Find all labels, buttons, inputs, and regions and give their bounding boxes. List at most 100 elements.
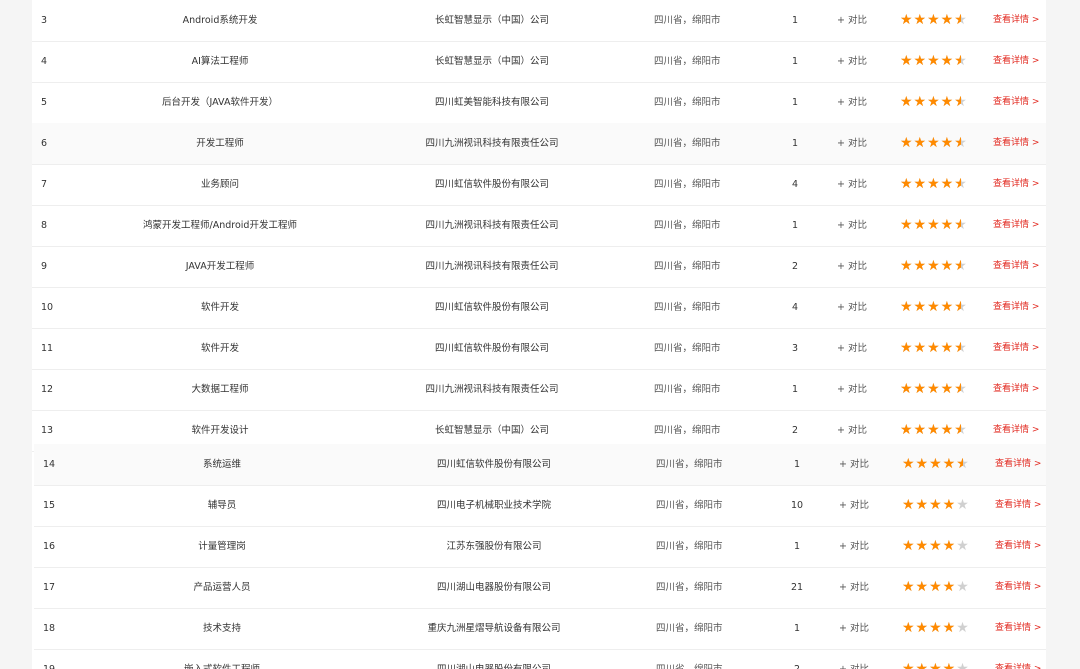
company-name[interactable]: 四川湖山电器股份有限公司 — [384, 649, 604, 669]
company-name[interactable]: 四川虹美智能科技有限公司 — [382, 82, 602, 123]
opening-count: 4 — [791, 302, 799, 313]
company-name[interactable]: 四川九洲视讯科技有限责任公司 — [382, 205, 602, 246]
table-row[interactable]: 5 后台开发（JAVA软件开发） 四川虹美智能科技有限公司 四川省，绵阳市 1 + 对比 ★… — [32, 82, 1046, 124]
compare-button[interactable]: + 对比 — [837, 82, 881, 123]
table-row[interactable]: 15 辅导员 四川电子机械职业技术学院 四川省，绵阳市 10 + 对比 ★★★★★★★★★★… — [34, 485, 1046, 527]
company-name[interactable]: 四川虹信软件股份有限公司 — [382, 328, 602, 369]
compare-button[interactable]: + 对比 — [837, 164, 881, 205]
table-row[interactable]: 17 产品运营人员 四川湖山电器股份有限公司 四川省，绵阳市 21 + 对比 ★★★★★ ★★… — [34, 567, 1046, 609]
table-row[interactable]: 18 技术支持 重庆九洲星熠导航设备有限公司 四川省，绵阳市 1 + 对比 ★★★★★ ★★★… — [34, 608, 1046, 650]
table-row[interactable]: 9 JAVA开发工程师 四川九洲视讯科技有限责任公司 四川省，绵阳市 2 + 对比 ★★★★… — [32, 246, 1046, 288]
job-title[interactable]: 系统运维 — [122, 444, 322, 485]
view-details-link[interactable]: 查看详情 > — [995, 485, 1046, 526]
rating-stars: ★★★★★★★★★★ — [902, 485, 976, 526]
table-row[interactable]: 3 Android系统开发 长虹智慧显示（中国）公司 四川省，绵阳市 1 + 对比 ★★★★… — [32, 0, 1046, 42]
table-row[interactable]: 16 计量管理岗 江苏东强股份有限公司 四川省，绵阳市 1 + 对比 ★★★★★★★★★★ 查… — [34, 526, 1046, 568]
job-location: 四川省，绵阳市 — [656, 649, 726, 669]
table-row[interactable]: 7 业务顾问 四川虹信软件股份有限公司 四川省，绵阳市 4 + 对比 ★★★★★★★★★★ 查… — [32, 164, 1046, 206]
row-index: 15 — [43, 500, 56, 511]
company-name[interactable]: 四川虹信软件股份有限公司 — [384, 444, 604, 485]
view-details-link[interactable]: 查看详情 > — [993, 82, 1045, 123]
job-title[interactable]: Android系统开发 — [120, 0, 320, 41]
job-title[interactable]: 计量管理岗 — [122, 526, 322, 567]
company-name[interactable]: 四川电子机械职业技术学院 — [384, 485, 604, 526]
compare-button[interactable]: + 对比 — [839, 444, 883, 485]
job-title[interactable]: 嵌入式软件工程师 — [122, 649, 322, 669]
rating-stars: ★★★★★★★★★★ — [900, 0, 974, 41]
view-details-link[interactable]: 查看详情 > — [995, 567, 1046, 608]
compare-button[interactable]: + 对比 — [839, 526, 883, 567]
job-title[interactable]: 后台开发（JAVA软件开发） — [120, 82, 320, 123]
opening-count: 1 — [793, 623, 801, 634]
job-title[interactable]: 开发工程师 — [120, 123, 320, 164]
compare-button[interactable]: + 对比 — [839, 649, 883, 669]
rating-stars: ★★★★★★★★★★ — [902, 526, 976, 567]
company-name[interactable]: 长虹智慧显示（中国）公司 — [382, 0, 602, 41]
table-row[interactable]: 8 鸿蒙开发工程师/Android开发工程师 四川九洲视讯科技有限责任公司 四川省，绵… — [32, 205, 1046, 247]
opening-count: 1 — [791, 138, 799, 149]
opening-count: 2 — [778, 649, 816, 669]
job-location: 四川省，绵阳市 — [654, 56, 721, 67]
compare-button[interactable]: + 对比 — [837, 0, 881, 41]
company-name[interactable]: 四川虹信软件股份有限公司 — [382, 287, 602, 328]
compare-button[interactable]: + 对比 — [837, 123, 881, 164]
compare-button[interactable]: + 对比 — [837, 246, 881, 287]
row-index: 6 — [41, 138, 48, 149]
view-details-link[interactable]: 查看详情 > — [993, 205, 1045, 246]
rating-stars: ★★★★★★★★★★ — [900, 41, 974, 82]
job-title[interactable]: JAVA开发工程师 — [120, 246, 320, 287]
view-details-link[interactable]: 查看详情 > — [995, 444, 1046, 485]
star-icon: ★★★★★ — [900, 176, 961, 192]
compare-button[interactable]: + 对比 — [837, 41, 881, 82]
view-details-link[interactable]: 查看详情 > — [995, 526, 1046, 567]
table-row[interactable]: 19 嵌入式软件工程师 四川湖山电器股份有限公司 四川省，绵阳市 2 + 对比 ★★★★★★… — [34, 649, 1046, 669]
company-name[interactable]: 四川九洲视讯科技有限责任公司 — [382, 123, 602, 164]
compare-button[interactable]: + 对比 — [839, 608, 883, 649]
rating-stars: ★★★★★★★★★★ — [902, 649, 976, 669]
view-details-link[interactable]: 查看详情 > — [993, 123, 1045, 164]
table-row[interactable]: 6 开发工程师 四川九洲视讯科技有限责任公司 四川省，绵阳市 1 + 对比 ★★★★★ ★★★… — [32, 123, 1046, 165]
compare-button[interactable]: + 对比 — [837, 287, 881, 328]
view-details-link[interactable]: 查看详情 > — [995, 649, 1046, 669]
opening-count: 1 — [791, 56, 799, 67]
job-title[interactable]: 辅导员 — [122, 485, 322, 526]
table-row[interactable]: 10 软件开发 四川虹信软件股份有限公司 四川省，绵阳市 4 + 对比 ★★★★★★★★★★… — [32, 287, 1046, 329]
job-title[interactable]: AI算法工程师 — [120, 41, 320, 82]
compare-button[interactable]: + 对比 — [839, 485, 883, 526]
company-name[interactable]: 江苏东强股份有限公司 — [384, 526, 604, 567]
job-location: 四川省，绵阳市 — [656, 582, 723, 593]
job-title[interactable]: 技术支持 — [122, 608, 322, 649]
view-details-link[interactable]: 查看详情 > — [993, 164, 1045, 205]
view-details-link[interactable]: 查看详情 > — [995, 608, 1046, 649]
job-location: 四川省，绵阳市 — [654, 343, 721, 354]
company-name[interactable]: 长虹智慧显示（中国）公司 — [382, 41, 602, 82]
view-details-link[interactable]: 查看详情 > — [993, 369, 1045, 410]
compare-button[interactable]: + 对比 — [837, 205, 881, 246]
table-row[interactable]: 12 大数据工程师 四川九洲视讯科技有限责任公司 四川省，绵阳市 1 + 对比 ★★★★★ ★… — [32, 369, 1046, 411]
compare-button[interactable]: + 对比 — [837, 369, 881, 410]
job-location: 四川省，绵阳市 — [654, 179, 721, 190]
view-details-link[interactable]: 查看详情 > — [993, 0, 1045, 41]
job-title[interactable]: 产品运营人员 — [122, 567, 322, 608]
compare-button[interactable]: + 对比 — [837, 328, 881, 369]
job-title[interactable]: 大数据工程师 — [120, 369, 320, 410]
view-details-link[interactable]: 查看详情 > — [993, 246, 1045, 287]
company-name[interactable]: 重庆九洲星熠导航设备有限公司 — [384, 608, 604, 649]
job-title[interactable]: 软件开发 — [120, 287, 320, 328]
view-details-link[interactable]: 查看详情 > — [993, 328, 1045, 369]
company-name[interactable]: 四川湖山电器股份有限公司 — [384, 567, 604, 608]
job-location: 四川省，绵阳市 — [656, 500, 723, 511]
table-row[interactable]: 11 软件开发 四川虹信软件股份有限公司 四川省，绵阳市 3 + 对比 ★★★★★★★★★★… — [32, 328, 1046, 370]
job-title[interactable]: 鸿蒙开发工程师/Android开发工程师 — [120, 205, 320, 246]
table-row[interactable]: 4 AI算法工程师 长虹智慧显示（中国）公司 四川省，绵阳市 1 + 对比 ★★★★★ ★★★… — [32, 41, 1046, 83]
view-details-link[interactable]: 查看详情 > — [993, 287, 1045, 328]
job-title[interactable]: 业务顾问 — [120, 164, 320, 205]
company-name[interactable]: 四川九洲视讯科技有限责任公司 — [382, 246, 602, 287]
company-name[interactable]: 四川九洲视讯科技有限责任公司 — [382, 369, 602, 410]
table-row[interactable]: 14 系统运维 四川虹信软件股份有限公司 四川省，绵阳市 1 + 对比 ★★★★★★★★★★… — [34, 444, 1046, 486]
company-name[interactable]: 四川虹信软件股份有限公司 — [382, 164, 602, 205]
view-details-link[interactable]: 查看详情 > — [993, 41, 1045, 82]
job-title[interactable]: 软件开发 — [120, 328, 320, 369]
star-icon: ★★★★★ — [900, 135, 961, 151]
compare-button[interactable]: + 对比 — [839, 567, 883, 608]
